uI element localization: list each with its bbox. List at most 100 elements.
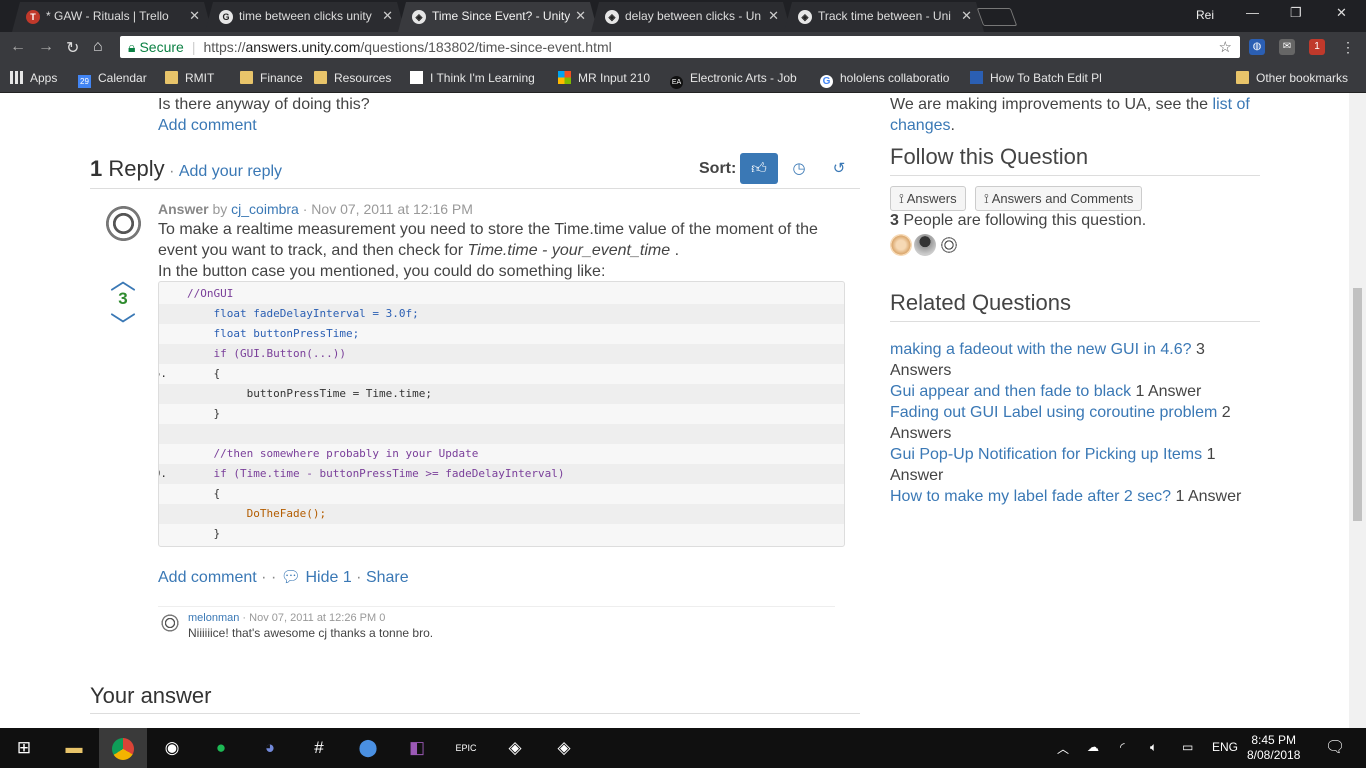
bookmarks-bar: Apps 29 Calendar RMIT Finance Resources I… bbox=[0, 64, 1366, 93]
bookmark-mr-input[interactable]: MR Input 210 bbox=[558, 71, 650, 85]
close-tab-icon[interactable]: ✕ bbox=[382, 8, 393, 24]
answer-author-link[interactable]: cj_coimbra bbox=[231, 201, 299, 217]
reply-count: 1 bbox=[90, 156, 103, 181]
related-question-link[interactable]: How to make my label fade after 2 sec? bbox=[890, 488, 1171, 505]
bookmark-calendar[interactable]: 29 Calendar bbox=[78, 71, 147, 88]
reply-label: Reply bbox=[108, 156, 165, 181]
battery-icon[interactable]: ▭ bbox=[1182, 740, 1193, 754]
bookmark-hololens[interactable]: Ghololens collaboratio bbox=[820, 71, 949, 88]
visual-studio-icon[interactable]: ◧ bbox=[393, 728, 441, 768]
chevron-down-icon: ﹀ bbox=[109, 311, 136, 341]
follow-answers-comments-button[interactable]: ⟟ Answers and Comments bbox=[975, 186, 1143, 211]
related-question-link[interactable]: making a fadeout with the new GUI in 4.6… bbox=[890, 341, 1192, 358]
page-scrollbar[interactable] bbox=[1349, 93, 1366, 728]
maps-icon[interactable]: ⬤ bbox=[344, 728, 392, 768]
sort-newest-button[interactable]: ◷ bbox=[780, 153, 818, 184]
tab-delay-between-clicks[interactable]: ◈ delay between clicks - Un ✕ bbox=[591, 2, 791, 32]
hide-comments-link[interactable]: 💬︎ Hide 1 bbox=[281, 569, 352, 586]
downvote-button[interactable]: ﹀ bbox=[108, 306, 138, 343]
epic-games-icon[interactable]: EPIC bbox=[442, 728, 490, 768]
bookmark-finance[interactable]: Finance bbox=[240, 71, 303, 85]
other-bookmarks[interactable]: Other bookmarks bbox=[1236, 71, 1348, 85]
discord-icon[interactable]: ◕ bbox=[246, 728, 294, 768]
extension-mail-icon[interactable]: ✉ bbox=[1279, 39, 1295, 55]
sidebar: We are making improvements to UA, see th… bbox=[890, 94, 1260, 176]
related-question-link[interactable]: Gui appear and then fade to black bbox=[890, 383, 1131, 400]
related-question-link[interactable]: Gui Pop-Up Notification for Picking up I… bbox=[890, 446, 1202, 463]
forward-icon[interactable]: → bbox=[38, 38, 54, 56]
answer-paragraph-2: In the button case you mentioned, you co… bbox=[158, 263, 606, 280]
tray-chevron-icon[interactable]: ︿ bbox=[1057, 740, 1069, 757]
steam-icon[interactable]: ◉ bbox=[148, 728, 196, 768]
menu-icon[interactable]: ⋮ bbox=[1340, 39, 1356, 55]
question-add-comment-link[interactable]: Add comment bbox=[158, 115, 370, 136]
bookmark-i-think-im-learning[interactable]: I Think I'm Learning bbox=[410, 71, 535, 85]
follower-avatar[interactable] bbox=[914, 234, 936, 256]
follower-avatar[interactable] bbox=[938, 234, 960, 256]
follower-avatar[interactable] bbox=[890, 234, 912, 256]
bookmark-apps[interactable]: Apps bbox=[10, 71, 57, 85]
follow-answers-button[interactable]: ⟟ Answers bbox=[890, 186, 966, 211]
reload-icon[interactable]: ↻ bbox=[66, 38, 79, 58]
unity-hub-icon[interactable]: ◈ bbox=[491, 728, 539, 768]
code-line: } bbox=[187, 407, 221, 420]
spotify-icon[interactable]: ● bbox=[197, 728, 245, 768]
related-question-item: Fading out GUI Label using coroutine pro… bbox=[890, 404, 1231, 442]
tab-time-since-event[interactable]: ◈ Time Since Event? - Unity ✕ bbox=[398, 2, 598, 32]
chrome-icon[interactable] bbox=[99, 728, 147, 768]
bookmark-batch-edit[interactable]: How To Batch Edit Pl bbox=[970, 71, 1102, 85]
window-close-icon[interactable]: ✕ bbox=[1336, 5, 1347, 21]
bookmark-resources[interactable]: Resources bbox=[314, 71, 391, 85]
minimize-icon[interactable]: — bbox=[1246, 5, 1259, 20]
related-questions-list: making a fadeout with the new GUI in 4.6… bbox=[890, 339, 1260, 507]
tab-trello[interactable]: T * GAW - Rituals | Trello ✕ bbox=[12, 2, 212, 32]
code-line: float buttonPressTime; bbox=[187, 327, 360, 340]
comment-date: · Nov 07, 2011 at 12:26 PM bbox=[242, 612, 377, 624]
new-tab-button[interactable] bbox=[976, 8, 1018, 26]
unity-icon: ◈ bbox=[412, 10, 426, 24]
sort-oldest-button[interactable]: ↺ bbox=[820, 153, 858, 184]
home-icon[interactable]: ⌂ bbox=[93, 38, 103, 56]
file-explorer-icon[interactable]: ▬ bbox=[50, 728, 98, 768]
share-link[interactable]: Share bbox=[366, 569, 409, 586]
back-icon[interactable]: ← bbox=[10, 38, 26, 56]
profile-name[interactable]: Rei bbox=[1196, 8, 1214, 22]
extension-globe-icon[interactable]: ◍ bbox=[1249, 39, 1265, 55]
close-tab-icon[interactable]: ✕ bbox=[768, 8, 779, 24]
tab-google-search[interactable]: Gtime between clicks unity ✕ bbox=[205, 2, 405, 32]
bookmark-star-icon[interactable]: ☆ bbox=[1219, 38, 1232, 56]
onedrive-icon[interactable]: ☁ bbox=[1087, 740, 1099, 754]
close-tab-icon[interactable]: ✕ bbox=[189, 8, 200, 24]
volume-icon[interactable]: 🔈︎ bbox=[1150, 740, 1157, 755]
related-question-item: making a fadeout with the new GUI in 4.6… bbox=[890, 341, 1205, 379]
close-tab-icon[interactable]: ✕ bbox=[961, 8, 972, 24]
unity-icon[interactable]: ◈ bbox=[540, 728, 588, 768]
add-reply-link[interactable]: Add your reply bbox=[179, 163, 282, 180]
bookmark-rmit[interactable]: RMIT bbox=[165, 71, 214, 85]
sort-votes-button[interactable]: 👍︎ bbox=[740, 153, 778, 184]
apps-icon bbox=[10, 71, 23, 84]
scrollbar-thumb[interactable] bbox=[1353, 288, 1362, 521]
folder-icon bbox=[165, 71, 178, 84]
answer-add-comment-link[interactable]: Add comment bbox=[158, 569, 257, 586]
language-indicator[interactable]: ENG bbox=[1212, 740, 1238, 754]
clock[interactable]: 8:45 PM 8/08/2018 bbox=[1247, 733, 1300, 763]
code-line: DoTheFade(); bbox=[159, 504, 844, 524]
windows-start-icon[interactable]: ⊞ bbox=[0, 728, 48, 768]
extension-badge-icon[interactable]: 1 bbox=[1309, 39, 1325, 55]
comment-author-link[interactable]: melonman bbox=[188, 612, 239, 624]
address-bar[interactable]: 🔒︎ Secure | https://answers.unity.com/quest… bbox=[120, 36, 1240, 58]
related-question-link[interactable]: Fading out GUI Label using coroutine pro… bbox=[890, 404, 1217, 421]
slack-icon[interactable]: # bbox=[295, 728, 343, 768]
close-tab-icon[interactable]: ✕ bbox=[575, 8, 586, 24]
notifications-icon[interactable]: 🗨︎ bbox=[1325, 737, 1345, 757]
unity-icon: ◈ bbox=[798, 10, 812, 24]
tab-track-time-between[interactable]: ◈ Track time between - Uni ✕ bbox=[784, 2, 984, 32]
bookmark-electronic-arts[interactable]: EA Electronic Arts - Job bbox=[670, 71, 797, 89]
answer-author-avatar[interactable] bbox=[99, 199, 148, 248]
wifi-icon[interactable]: ◜ bbox=[1120, 740, 1125, 754]
code-line: //then somewhere probably in your Update bbox=[187, 447, 479, 460]
comment-item: melonman · Nov 07, 2011 at 12:26 PM 0 Ni… bbox=[158, 606, 835, 640]
restore-icon[interactable]: ❐ bbox=[1290, 5, 1302, 21]
comment-author-avatar[interactable] bbox=[158, 611, 182, 635]
